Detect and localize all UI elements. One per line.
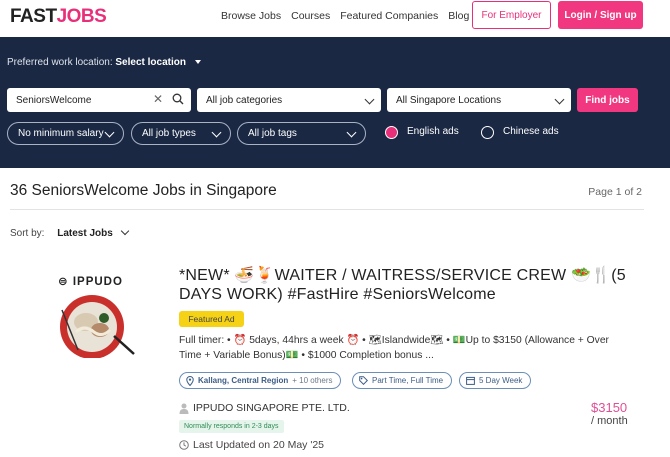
preferred-location-value[interactable]: Select location: [115, 57, 186, 68]
english-ads-label[interactable]: English ads: [407, 126, 459, 137]
search-panel: Preferred work location: Select location…: [0, 37, 670, 168]
nav-featured-companies[interactable]: Featured Companies: [340, 10, 438, 22]
chinese-ads-label[interactable]: Chinese ads: [503, 126, 559, 137]
sort-label: Sort by:: [10, 228, 45, 239]
chevron-down-icon: [104, 127, 115, 138]
job-description: Full timer: • ⏰ 5days, 44hrs a week ⏰ • …: [179, 335, 609, 361]
keyword-search-input[interactable]: SeniorsWelcome ✕: [7, 88, 191, 112]
salary-period: / month: [591, 415, 628, 427]
keyword-value: SeniorsWelcome: [16, 94, 92, 106]
caret-down-icon: [194, 60, 201, 65]
job-category-value: All job categories: [206, 94, 283, 106]
location-tag[interactable]: Kallang, Central Region + 10 others: [179, 372, 342, 389]
chevron-down-icon: [554, 94, 565, 105]
company-name[interactable]: IPPUDO SINGAPORE PTE. LTD.: [179, 402, 350, 414]
find-jobs-button[interactable]: Find jobs: [577, 88, 638, 112]
sort-control[interactable]: Sort by: Latest Jobs: [10, 226, 129, 239]
nav-courses[interactable]: Courses: [291, 10, 330, 22]
main-nav: Browse Jobs Courses Featured Companies B…: [221, 10, 469, 22]
location-value: All Singapore Locations: [396, 94, 502, 106]
schedule-label: 5 Day Week: [479, 376, 523, 385]
job-tags-label: All job tags: [248, 128, 297, 139]
page-indicator: Page 1 of 2: [588, 186, 642, 198]
job-types-label: All job types: [142, 128, 196, 139]
english-ads-radio[interactable]: [385, 126, 398, 139]
response-time-badge: Normally responds in 2-3 days: [179, 420, 284, 433]
last-updated-label: Last Updated on 20 May '25: [193, 439, 325, 451]
job-category-select[interactable]: All job categories: [197, 88, 381, 112]
job-title-link[interactable]: *NEW* 🍜🍹WAITER / WAITRESS/SERVICE CREW 🥗…: [179, 266, 634, 304]
search-icon[interactable]: [172, 93, 184, 105]
clear-icon[interactable]: ✕: [153, 92, 163, 106]
for-employer-button[interactable]: For Employer: [472, 1, 551, 29]
chevron-down-icon: [364, 94, 375, 105]
job-type-label: Part Time, Full Time: [372, 376, 444, 385]
preferred-location-label: Preferred work location:: [7, 57, 113, 68]
nav-browse-jobs[interactable]: Browse Jobs: [221, 10, 281, 22]
company-name-label: IPPUDO SINGAPORE PTE. LTD.: [193, 402, 350, 414]
location-pin-icon: [186, 375, 194, 386]
job-tags-filter[interactable]: All job tags: [237, 122, 366, 145]
salary-amount: $3150: [591, 400, 628, 415]
chevron-down-icon: [120, 226, 129, 236]
featured-ad-badge: Featured Ad: [179, 311, 244, 327]
salary-filter[interactable]: No minimum salary: [7, 122, 124, 145]
results-title: 36 SeniorsWelcome Jobs in Singapore: [10, 182, 277, 199]
calendar-icon: [466, 376, 475, 385]
user-icon: [179, 403, 189, 414]
location-select[interactable]: All Singapore Locations: [387, 88, 571, 112]
fastjobs-logo[interactable]: FASTJOBS: [10, 6, 107, 28]
top-navbar: FASTJOBS Browse Jobs Courses Featured Co…: [0, 0, 670, 37]
schedule-tag[interactable]: 5 Day Week: [459, 372, 532, 389]
chevron-down-icon: [211, 127, 222, 138]
job-type-tag[interactable]: Part Time, Full Time: [352, 372, 453, 389]
tag-icon: [359, 376, 368, 385]
nav-blog[interactable]: Blog: [448, 10, 469, 22]
location-tag-label: Kallang, Central Region: [198, 376, 289, 385]
chinese-ads-radio[interactable]: [481, 126, 494, 139]
company-logo-image[interactable]: [48, 270, 136, 358]
last-updated: Last Updated on 20 May '25: [179, 439, 324, 451]
logo-text-jobs: JOBS: [56, 6, 107, 27]
divider: [10, 209, 644, 210]
logo-text-fast: FAST: [10, 6, 57, 27]
location-tag-more: + 10 others: [292, 376, 333, 385]
preferred-location[interactable]: Preferred work location: Select location: [7, 57, 201, 68]
login-signup-button[interactable]: Login / Sign up: [558, 1, 643, 29]
sort-value[interactable]: Latest Jobs: [57, 228, 113, 239]
clock-icon: [179, 440, 189, 450]
job-types-filter[interactable]: All job types: [131, 122, 231, 145]
chevron-down-icon: [346, 127, 357, 138]
salary-filter-label: No minimum salary: [18, 128, 104, 139]
